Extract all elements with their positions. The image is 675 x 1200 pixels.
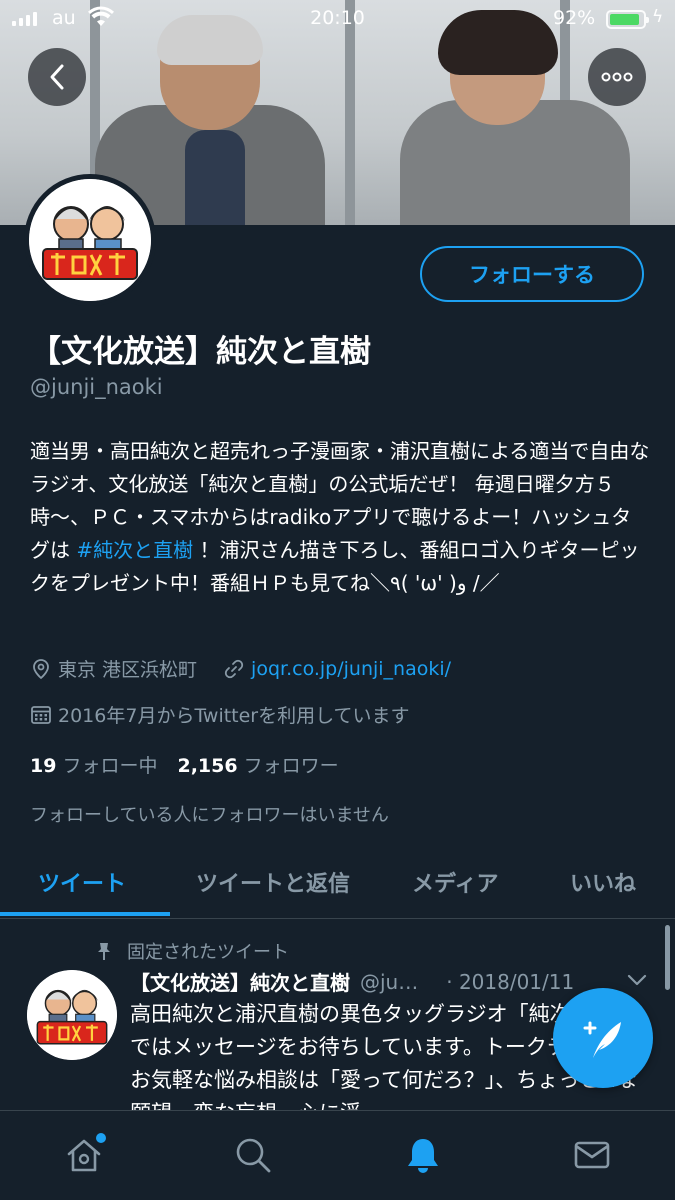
pin-icon: [98, 943, 110, 960]
tweet-author-avatar[interactable]: [27, 970, 117, 1060]
followers-count-link[interactable]: 2,156 フォロワー: [177, 751, 338, 778]
pinned-tweet-label-row: 固定されたツイート: [95, 938, 289, 964]
nav-notifications-button[interactable]: [401, 1133, 445, 1177]
bell-icon: [408, 1139, 438, 1173]
tweet-date[interactable]: · 2018/01/11: [446, 970, 574, 994]
profile-follow-counts: 19 フォロー中 2,156 フォロワー: [30, 751, 339, 778]
location-pin-icon: [33, 658, 49, 679]
pinned-tweet-label: 固定されたツイート: [127, 942, 289, 963]
bottom-navigation-bar: [0, 1110, 675, 1200]
scrollbar[interactable]: [665, 925, 670, 990]
calendar-icon: [31, 705, 51, 724]
following-count-link[interactable]: 19 フォロー中: [30, 751, 157, 778]
tab-media[interactable]: メディア: [412, 845, 498, 919]
battery-percentage: 92%: [553, 7, 596, 29]
status-bar: au 20:10 92% ϟ: [0, 0, 675, 40]
following-count: 19: [30, 755, 57, 777]
battery-icon: [606, 10, 649, 29]
tab-tweets[interactable]: ツイート: [38, 845, 126, 919]
profile-joined-date: 2016年7月からTwitterを利用しています: [58, 705, 410, 727]
profile-location: 東京 港区浜松町: [58, 659, 198, 681]
charging-bolt-icon: ϟ: [652, 7, 664, 27]
show-logo-avatar-image: [27, 970, 117, 1060]
nav-home-button[interactable]: [62, 1133, 106, 1177]
follow-button[interactable]: フォローする: [420, 246, 644, 302]
tweet-author-handle: @ju…: [360, 969, 419, 994]
tab-likes[interactable]: いいね: [570, 845, 636, 919]
search-icon: [236, 1138, 271, 1173]
battery-level-fill: [610, 14, 640, 25]
followers-you-know-note: フォローしている人にフォロワーはいません: [30, 805, 389, 826]
profile-bio: 適当男・高田純次と超売れっ子漫画家・浦沢直樹による適当で自由なラジオ、文化放送「…: [30, 435, 650, 600]
followers-count: 2,156: [177, 755, 238, 777]
more-horizontal-icon: [601, 72, 633, 82]
tweet-header: 【文化放送】純次と直樹 @ju… · 2018/01/11: [130, 967, 574, 996]
mail-icon: [574, 1141, 610, 1169]
compose-tweet-button[interactable]: [553, 988, 653, 1088]
chevron-left-icon: [50, 64, 64, 90]
profile-website[interactable]: joqr.co.jp/junji_naoki/: [223, 658, 451, 680]
tweet-author-name[interactable]: 【文化放送】純次と直樹: [130, 967, 350, 996]
profile-location-row: 東京 港区浜松町 joqr.co.jp/junji_naoki/: [30, 655, 451, 682]
chevron-down-icon[interactable]: [626, 973, 648, 987]
profile-tabs: ツイート ツイートと返信 メディア いいね: [0, 845, 675, 919]
profile-avatar[interactable]: [24, 174, 156, 306]
profile-joined-row: 2016年7月からTwitterを利用しています: [30, 701, 410, 728]
profile-display-name: 【文化放送】純次と直樹: [30, 334, 371, 370]
link-icon: [224, 659, 244, 678]
tab-tweets-and-replies[interactable]: ツイートと返信: [196, 845, 350, 919]
following-label: フォロー中: [62, 755, 158, 777]
nav-search-button[interactable]: [231, 1133, 275, 1177]
bio-hashtag-link[interactable]: #純次と直樹: [76, 538, 193, 562]
nav-messages-button[interactable]: [570, 1133, 614, 1177]
back-button[interactable]: [28, 48, 86, 106]
profile-handle: @junji_naoki: [30, 375, 163, 399]
profile-website-link[interactable]: joqr.co.jp/junji_naoki/: [251, 658, 451, 680]
followers-label: フォロワー: [243, 755, 339, 777]
more-options-button[interactable]: [588, 48, 646, 106]
compose-feather-icon: [583, 1021, 621, 1058]
active-tab-indicator: [0, 912, 170, 916]
show-logo-avatar-image: [29, 179, 151, 301]
home-notification-dot: [96, 1133, 106, 1143]
banner-person-left-shirt: [185, 130, 245, 225]
